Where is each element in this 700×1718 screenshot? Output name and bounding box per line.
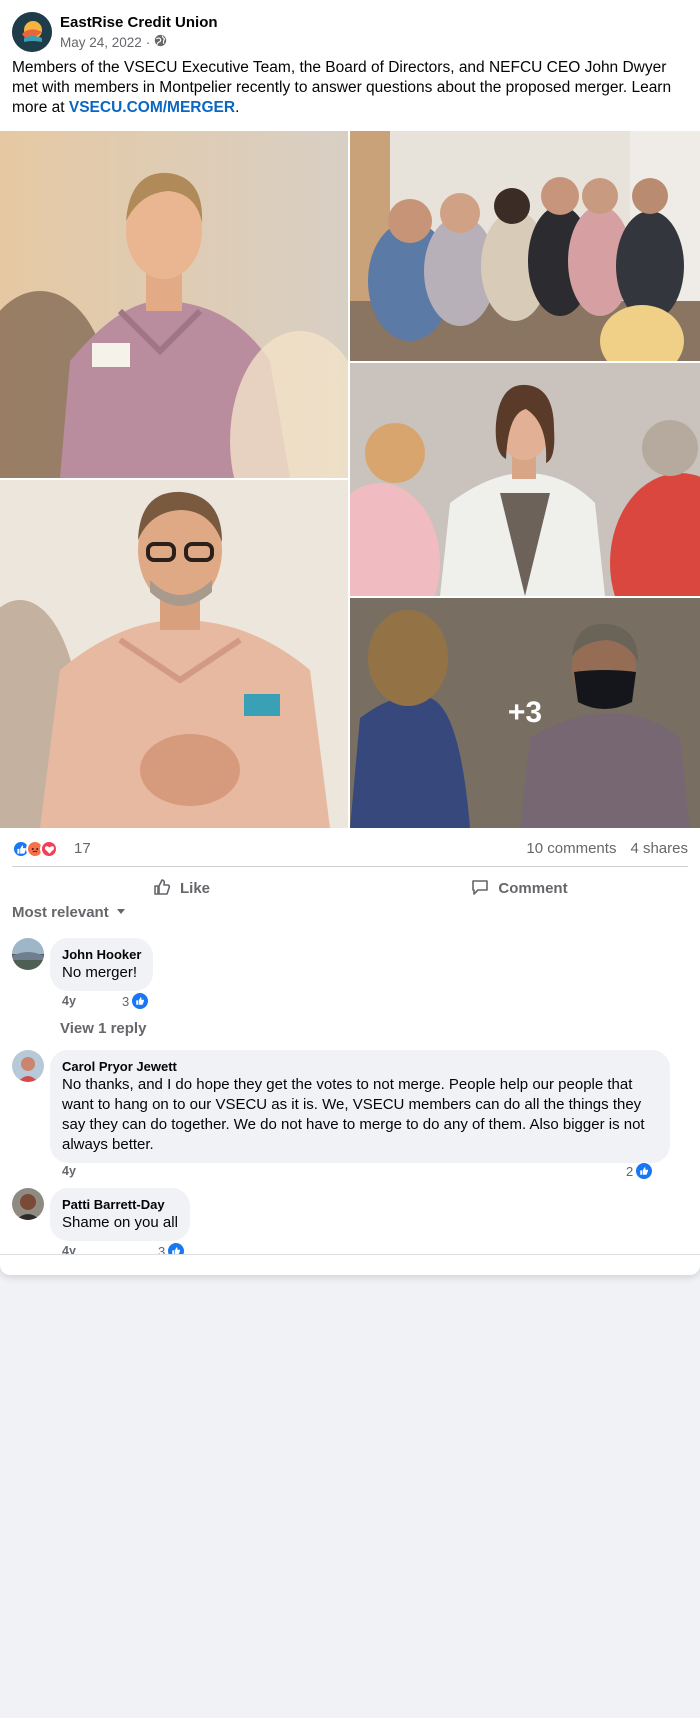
meta-separator: · [145,34,151,50]
comment-bubble: Carol Pryor Jewett No thanks, and I do h… [50,1050,670,1163]
photo-man-glasses[interactable] [0,480,348,828]
comment-likes[interactable]: 3 [158,1242,186,1255]
comment-bubble: Patti Barrett-Day Shame on you all [50,1188,190,1241]
love-icon [40,840,58,858]
comment-like-count: 2 [626,1163,634,1179]
stats-right: 10 comments 4 shares [526,840,688,857]
comment-icon [470,877,490,901]
merger-link[interactable]: VSECU.COM/MERGER [69,99,235,116]
comment-time[interactable]: 4y [62,994,76,1008]
comment-label: Comment [498,880,568,897]
more-photos-count[interactable]: +3 [350,598,700,828]
post-header: EastRise Credit Union May 24, 2022 · [12,12,688,52]
sort-label: Most relevant [12,904,109,921]
post-date[interactable]: May 24, 2022 [60,35,142,50]
photo-woman-white-blazer[interactable] [350,363,700,596]
globe-icon [154,34,167,50]
post-meta: May 24, 2022 · [60,34,167,50]
page-name[interactable]: EastRise Credit Union [60,14,218,31]
page-avatar[interactable] [12,12,52,52]
comment-like-count: 3 [158,1243,166,1255]
comment-time[interactable]: 4y [62,1164,76,1178]
comment-text: Shame on you all [62,1214,178,1231]
like-icon [167,1242,186,1254]
comment-likes[interactable]: 2 [626,1162,654,1180]
commenter-avatar[interactable] [12,1050,44,1082]
photo-seated-audience[interactable] [350,131,700,361]
commenter-name[interactable]: Carol Pryor Jewett [62,1058,658,1075]
card-divider [0,1254,700,1255]
comment-text: No thanks, and I do hope they get the vo… [62,1076,645,1153]
comment-time[interactable]: 4y [62,1244,76,1254]
commenter-avatar[interactable] [12,938,44,970]
post-text-end: . [235,99,240,116]
reaction-icons[interactable] [12,840,58,858]
comment-like-count: 3 [122,993,130,1009]
comment-item: Carol Pryor Jewett No thanks, and I do h… [12,1050,688,1180]
post-text: Members of the VSECU Executive Team, the… [12,58,688,118]
reaction-count[interactable]: 17 [74,840,91,857]
commenter-avatar[interactable] [12,1188,44,1220]
comment-text: No merger! [62,964,138,981]
thumbs-up-icon [152,877,172,901]
comment-sort-dropdown[interactable]: Most relevant [12,904,127,921]
like-icon [131,992,150,1010]
post-card: EastRise Credit Union May 24, 2022 · Mem… [0,0,700,1275]
caret-down-icon [115,904,127,921]
comment-button[interactable]: Comment [350,867,688,910]
comment-item: John Hooker No merger! 4y 3 [12,938,688,1010]
comment-bubble: John Hooker No merger! [50,938,154,991]
like-icon [635,1162,654,1180]
comments-count[interactable]: 10 comments [526,840,616,857]
comment-item: Patti Barrett-Day Shame on you all 4y 3 [12,1188,688,1254]
photo-masked-man[interactable]: +3 [350,598,700,828]
shares-count[interactable]: 4 shares [630,840,688,857]
photo-man-nametag[interactable] [0,131,348,478]
commenter-name[interactable]: Patti Barrett-Day [62,1196,178,1213]
commenter-name[interactable]: John Hooker [62,946,141,963]
comment-likes[interactable]: 3 [122,992,150,1010]
view-replies-link[interactable]: View 1 reply [60,1020,146,1037]
reaction-stats: 17 10 comments 4 shares [12,838,688,860]
like-label: Like [179,880,210,897]
